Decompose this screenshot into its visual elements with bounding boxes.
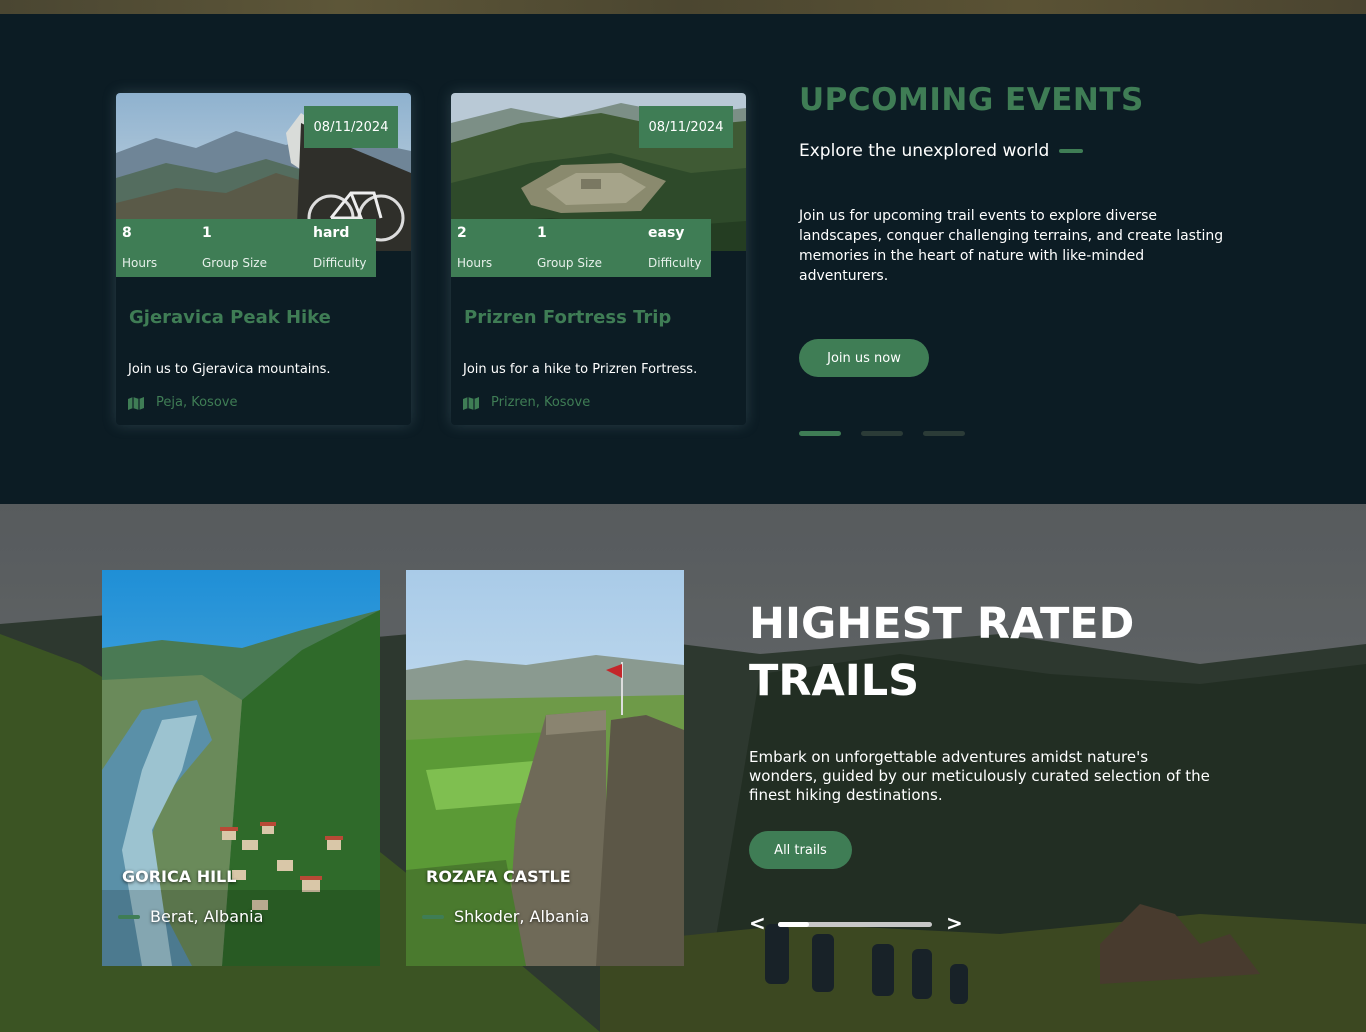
trail-name: ROZAFA CASTLE — [426, 867, 571, 886]
location-dash — [422, 914, 444, 919]
highest-rated-heading: HIGHEST RATED TRAILS — [749, 599, 1135, 706]
trail-card-rozafa-castle[interactable]: ROZAFA CASTLE Shkoder, Albania — [406, 570, 684, 966]
next-arrow-button[interactable]: > — [946, 911, 963, 935]
difficulty-value: easy — [648, 225, 685, 241]
trail-name: GORICA HILL — [122, 867, 237, 886]
carousel-dot-3[interactable] — [923, 431, 965, 436]
highest-rated-description: Embark on unforgettable adventures amids… — [749, 748, 1210, 804]
prev-arrow-button[interactable]: < — [749, 911, 766, 935]
hours-label: Hours — [457, 256, 493, 270]
subtitle-dash — [1059, 149, 1084, 153]
difficulty-label: Difficulty — [648, 256, 702, 270]
map-icon — [128, 396, 144, 410]
trail-slider: < > — [749, 911, 964, 936]
event-card-prizren[interactable]: 08/11/2024 2 Hours 1 Group Size easy Dif… — [451, 93, 746, 425]
carousel-dot-1[interactable] — [799, 431, 841, 436]
event-location: Peja, Kosove — [128, 395, 237, 410]
trail-location-text: Berat, Albania — [150, 907, 264, 926]
group-size-label: Group Size — [202, 256, 267, 270]
carousel-dot-2[interactable] — [861, 431, 903, 436]
all-trails-button[interactable]: All trails — [749, 831, 852, 869]
location-dash — [118, 914, 140, 919]
top-image-strip — [0, 0, 1366, 14]
subtitle-text: Explore the unexplored world — [799, 141, 1050, 161]
group-size-value: 1 — [202, 225, 212, 241]
hours-label: Hours — [122, 256, 158, 270]
slider-thumb[interactable] — [778, 922, 809, 927]
hours-value: 8 — [122, 225, 132, 241]
trail-card-gorica-hill[interactable]: GORICA HILL Berat, Albania — [102, 570, 380, 966]
difficulty-label: Difficulty — [313, 256, 367, 270]
event-title[interactable]: Prizren Fortress Trip — [464, 307, 671, 328]
event-location-text: Peja, Kosove — [156, 395, 238, 410]
upcoming-events-heading: UPCOMING EVENTS — [799, 82, 1144, 118]
event-location: Prizren, Kosove — [463, 395, 590, 410]
event-title[interactable]: Gjeravica Peak Hike — [129, 307, 331, 328]
event-card-gjeravica[interactable]: 08/11/2024 8 Hours 1 Group Size hard Dif… — [116, 93, 411, 425]
trail-location: Shkoder, Albania — [422, 907, 589, 926]
event-stats-bar: 8 Hours 1 Group Size hard Difficulty — [116, 219, 376, 277]
event-date-badge: 08/11/2024 — [304, 106, 398, 148]
map-icon — [463, 396, 479, 410]
upcoming-events-subtitle: Explore the unexplored world — [799, 141, 1084, 161]
hours-value: 2 — [457, 225, 467, 241]
carousel-dots — [799, 431, 965, 436]
event-date-badge: 08/11/2024 — [639, 106, 733, 148]
group-size-value: 1 — [537, 225, 547, 241]
upcoming-events-description: Join us for upcoming trail events to exp… — [799, 208, 1224, 284]
join-us-button[interactable]: Join us now — [799, 339, 929, 377]
group-size-label: Group Size — [537, 256, 602, 270]
upcoming-events-section: 08/11/2024 8 Hours 1 Group Size hard Dif… — [0, 14, 1366, 504]
trail-location: Berat, Albania — [118, 907, 263, 926]
trail-location-text: Shkoder, Albania — [454, 907, 590, 926]
event-description: Join us for a hike to Prizren Fortress. — [463, 362, 698, 377]
event-location-text: Prizren, Kosove — [491, 395, 591, 410]
event-description: Join us to Gjeravica mountains. — [128, 362, 331, 377]
difficulty-value: hard — [313, 225, 350, 241]
highest-rated-section: GORICA HILL Berat, Albania ROZAFA CASTLE… — [0, 504, 1366, 1032]
event-stats-bar: 2 Hours 1 Group Size easy Difficulty — [451, 219, 711, 277]
